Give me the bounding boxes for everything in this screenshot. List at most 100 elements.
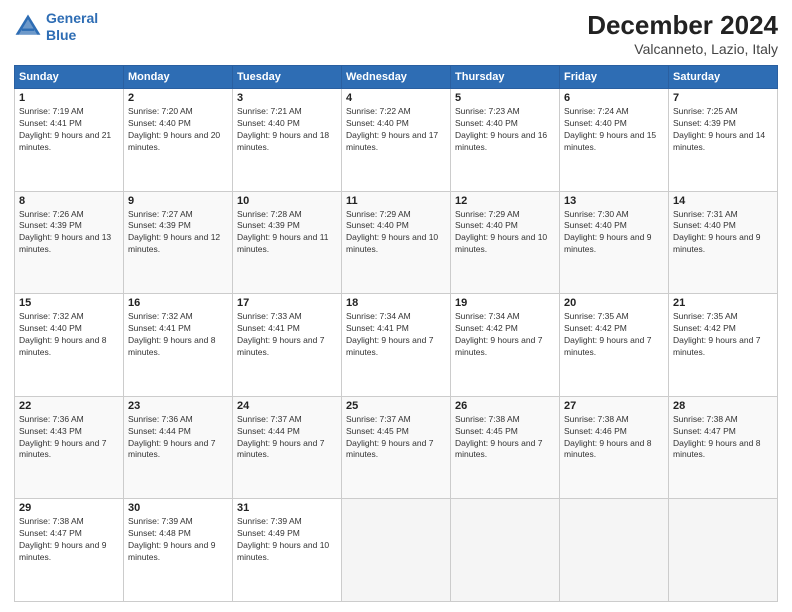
cell-info: Sunrise: 7:39 AM Sunset: 4:49 PM Dayligh… <box>237 516 337 564</box>
calendar-week-row: 29 Sunrise: 7:38 AM Sunset: 4:47 PM Dayl… <box>15 499 778 602</box>
calendar-cell <box>342 499 451 602</box>
calendar-cell: 11 Sunrise: 7:29 AM Sunset: 4:40 PM Dayl… <box>342 191 451 294</box>
calendar-cell: 12 Sunrise: 7:29 AM Sunset: 4:40 PM Dayl… <box>451 191 560 294</box>
calendar-cell: 9 Sunrise: 7:27 AM Sunset: 4:39 PM Dayli… <box>124 191 233 294</box>
header: General Blue December 2024 Valcanneto, L… <box>14 10 778 57</box>
calendar-cell: 15 Sunrise: 7:32 AM Sunset: 4:40 PM Dayl… <box>15 294 124 397</box>
day-number: 19 <box>455 297 555 309</box>
page: General Blue December 2024 Valcanneto, L… <box>0 0 792 612</box>
cell-info: Sunrise: 7:38 AM Sunset: 4:46 PM Dayligh… <box>564 414 664 462</box>
calendar-header-row: Sunday Monday Tuesday Wednesday Thursday… <box>15 66 778 89</box>
calendar-title: December 2024 <box>587 10 778 41</box>
day-number: 7 <box>673 92 773 104</box>
calendar-cell: 23 Sunrise: 7:36 AM Sunset: 4:44 PM Dayl… <box>124 396 233 499</box>
day-number: 9 <box>128 195 228 207</box>
calendar-cell <box>560 499 669 602</box>
calendar-week-row: 1 Sunrise: 7:19 AM Sunset: 4:41 PM Dayli… <box>15 89 778 192</box>
cell-info: Sunrise: 7:38 AM Sunset: 4:45 PM Dayligh… <box>455 414 555 462</box>
day-number: 27 <box>564 400 664 412</box>
day-number: 6 <box>564 92 664 104</box>
calendar-cell: 22 Sunrise: 7:36 AM Sunset: 4:43 PM Dayl… <box>15 396 124 499</box>
day-number: 11 <box>346 195 446 207</box>
calendar-cell: 5 Sunrise: 7:23 AM Sunset: 4:40 PM Dayli… <box>451 89 560 192</box>
day-number: 14 <box>673 195 773 207</box>
day-number: 10 <box>237 195 337 207</box>
cell-info: Sunrise: 7:35 AM Sunset: 4:42 PM Dayligh… <box>673 311 773 359</box>
day-number: 20 <box>564 297 664 309</box>
calendar-cell: 28 Sunrise: 7:38 AM Sunset: 4:47 PM Dayl… <box>669 396 778 499</box>
cell-info: Sunrise: 7:37 AM Sunset: 4:45 PM Dayligh… <box>346 414 446 462</box>
calendar-cell: 10 Sunrise: 7:28 AM Sunset: 4:39 PM Dayl… <box>233 191 342 294</box>
logo-line2: Blue <box>46 27 76 43</box>
day-number: 21 <box>673 297 773 309</box>
calendar-week-row: 22 Sunrise: 7:36 AM Sunset: 4:43 PM Dayl… <box>15 396 778 499</box>
cell-info: Sunrise: 7:29 AM Sunset: 4:40 PM Dayligh… <box>346 209 446 257</box>
calendar-cell: 21 Sunrise: 7:35 AM Sunset: 4:42 PM Dayl… <box>669 294 778 397</box>
day-number: 28 <box>673 400 773 412</box>
cell-info: Sunrise: 7:34 AM Sunset: 4:41 PM Dayligh… <box>346 311 446 359</box>
logo-icon <box>14 13 42 41</box>
calendar-cell <box>669 499 778 602</box>
cell-info: Sunrise: 7:26 AM Sunset: 4:39 PM Dayligh… <box>19 209 119 257</box>
day-number: 26 <box>455 400 555 412</box>
day-number: 1 <box>19 92 119 104</box>
cell-info: Sunrise: 7:30 AM Sunset: 4:40 PM Dayligh… <box>564 209 664 257</box>
logo-line1: General <box>46 10 98 26</box>
cell-info: Sunrise: 7:32 AM Sunset: 4:40 PM Dayligh… <box>19 311 119 359</box>
day-number: 4 <box>346 92 446 104</box>
calendar-cell: 16 Sunrise: 7:32 AM Sunset: 4:41 PM Dayl… <box>124 294 233 397</box>
cell-info: Sunrise: 7:25 AM Sunset: 4:39 PM Dayligh… <box>673 106 773 154</box>
calendar-cell: 4 Sunrise: 7:22 AM Sunset: 4:40 PM Dayli… <box>342 89 451 192</box>
day-number: 17 <box>237 297 337 309</box>
cell-info: Sunrise: 7:27 AM Sunset: 4:39 PM Dayligh… <box>128 209 228 257</box>
day-number: 13 <box>564 195 664 207</box>
day-number: 2 <box>128 92 228 104</box>
calendar-cell: 29 Sunrise: 7:38 AM Sunset: 4:47 PM Dayl… <box>15 499 124 602</box>
calendar-cell: 7 Sunrise: 7:25 AM Sunset: 4:39 PM Dayli… <box>669 89 778 192</box>
col-monday: Monday <box>124 66 233 89</box>
calendar-cell: 20 Sunrise: 7:35 AM Sunset: 4:42 PM Dayl… <box>560 294 669 397</box>
day-number: 8 <box>19 195 119 207</box>
calendar-cell: 14 Sunrise: 7:31 AM Sunset: 4:40 PM Dayl… <box>669 191 778 294</box>
cell-info: Sunrise: 7:23 AM Sunset: 4:40 PM Dayligh… <box>455 106 555 154</box>
day-number: 31 <box>237 502 337 514</box>
day-number: 30 <box>128 502 228 514</box>
calendar-subtitle: Valcanneto, Lazio, Italy <box>587 41 778 57</box>
calendar-cell: 30 Sunrise: 7:39 AM Sunset: 4:48 PM Dayl… <box>124 499 233 602</box>
calendar-cell: 27 Sunrise: 7:38 AM Sunset: 4:46 PM Dayl… <box>560 396 669 499</box>
calendar-cell: 13 Sunrise: 7:30 AM Sunset: 4:40 PM Dayl… <box>560 191 669 294</box>
cell-info: Sunrise: 7:36 AM Sunset: 4:44 PM Dayligh… <box>128 414 228 462</box>
day-number: 15 <box>19 297 119 309</box>
cell-info: Sunrise: 7:29 AM Sunset: 4:40 PM Dayligh… <box>455 209 555 257</box>
cell-info: Sunrise: 7:37 AM Sunset: 4:44 PM Dayligh… <box>237 414 337 462</box>
calendar-table: Sunday Monday Tuesday Wednesday Thursday… <box>14 65 778 602</box>
cell-info: Sunrise: 7:39 AM Sunset: 4:48 PM Dayligh… <box>128 516 228 564</box>
col-sunday: Sunday <box>15 66 124 89</box>
cell-info: Sunrise: 7:36 AM Sunset: 4:43 PM Dayligh… <box>19 414 119 462</box>
day-number: 3 <box>237 92 337 104</box>
calendar-cell <box>451 499 560 602</box>
col-thursday: Thursday <box>451 66 560 89</box>
cell-info: Sunrise: 7:34 AM Sunset: 4:42 PM Dayligh… <box>455 311 555 359</box>
calendar-cell: 24 Sunrise: 7:37 AM Sunset: 4:44 PM Dayl… <box>233 396 342 499</box>
col-wednesday: Wednesday <box>342 66 451 89</box>
cell-info: Sunrise: 7:32 AM Sunset: 4:41 PM Dayligh… <box>128 311 228 359</box>
calendar-cell: 26 Sunrise: 7:38 AM Sunset: 4:45 PM Dayl… <box>451 396 560 499</box>
calendar-cell: 18 Sunrise: 7:34 AM Sunset: 4:41 PM Dayl… <box>342 294 451 397</box>
logo: General Blue <box>14 10 98 44</box>
calendar-cell: 17 Sunrise: 7:33 AM Sunset: 4:41 PM Dayl… <box>233 294 342 397</box>
day-number: 18 <box>346 297 446 309</box>
day-number: 16 <box>128 297 228 309</box>
cell-info: Sunrise: 7:22 AM Sunset: 4:40 PM Dayligh… <box>346 106 446 154</box>
day-number: 29 <box>19 502 119 514</box>
day-number: 23 <box>128 400 228 412</box>
calendar-week-row: 15 Sunrise: 7:32 AM Sunset: 4:40 PM Dayl… <box>15 294 778 397</box>
calendar-week-row: 8 Sunrise: 7:26 AM Sunset: 4:39 PM Dayli… <box>15 191 778 294</box>
col-tuesday: Tuesday <box>233 66 342 89</box>
day-number: 25 <box>346 400 446 412</box>
calendar-cell: 6 Sunrise: 7:24 AM Sunset: 4:40 PM Dayli… <box>560 89 669 192</box>
logo-text: General Blue <box>46 10 98 44</box>
cell-info: Sunrise: 7:19 AM Sunset: 4:41 PM Dayligh… <box>19 106 119 154</box>
cell-info: Sunrise: 7:24 AM Sunset: 4:40 PM Dayligh… <box>564 106 664 154</box>
cell-info: Sunrise: 7:31 AM Sunset: 4:40 PM Dayligh… <box>673 209 773 257</box>
